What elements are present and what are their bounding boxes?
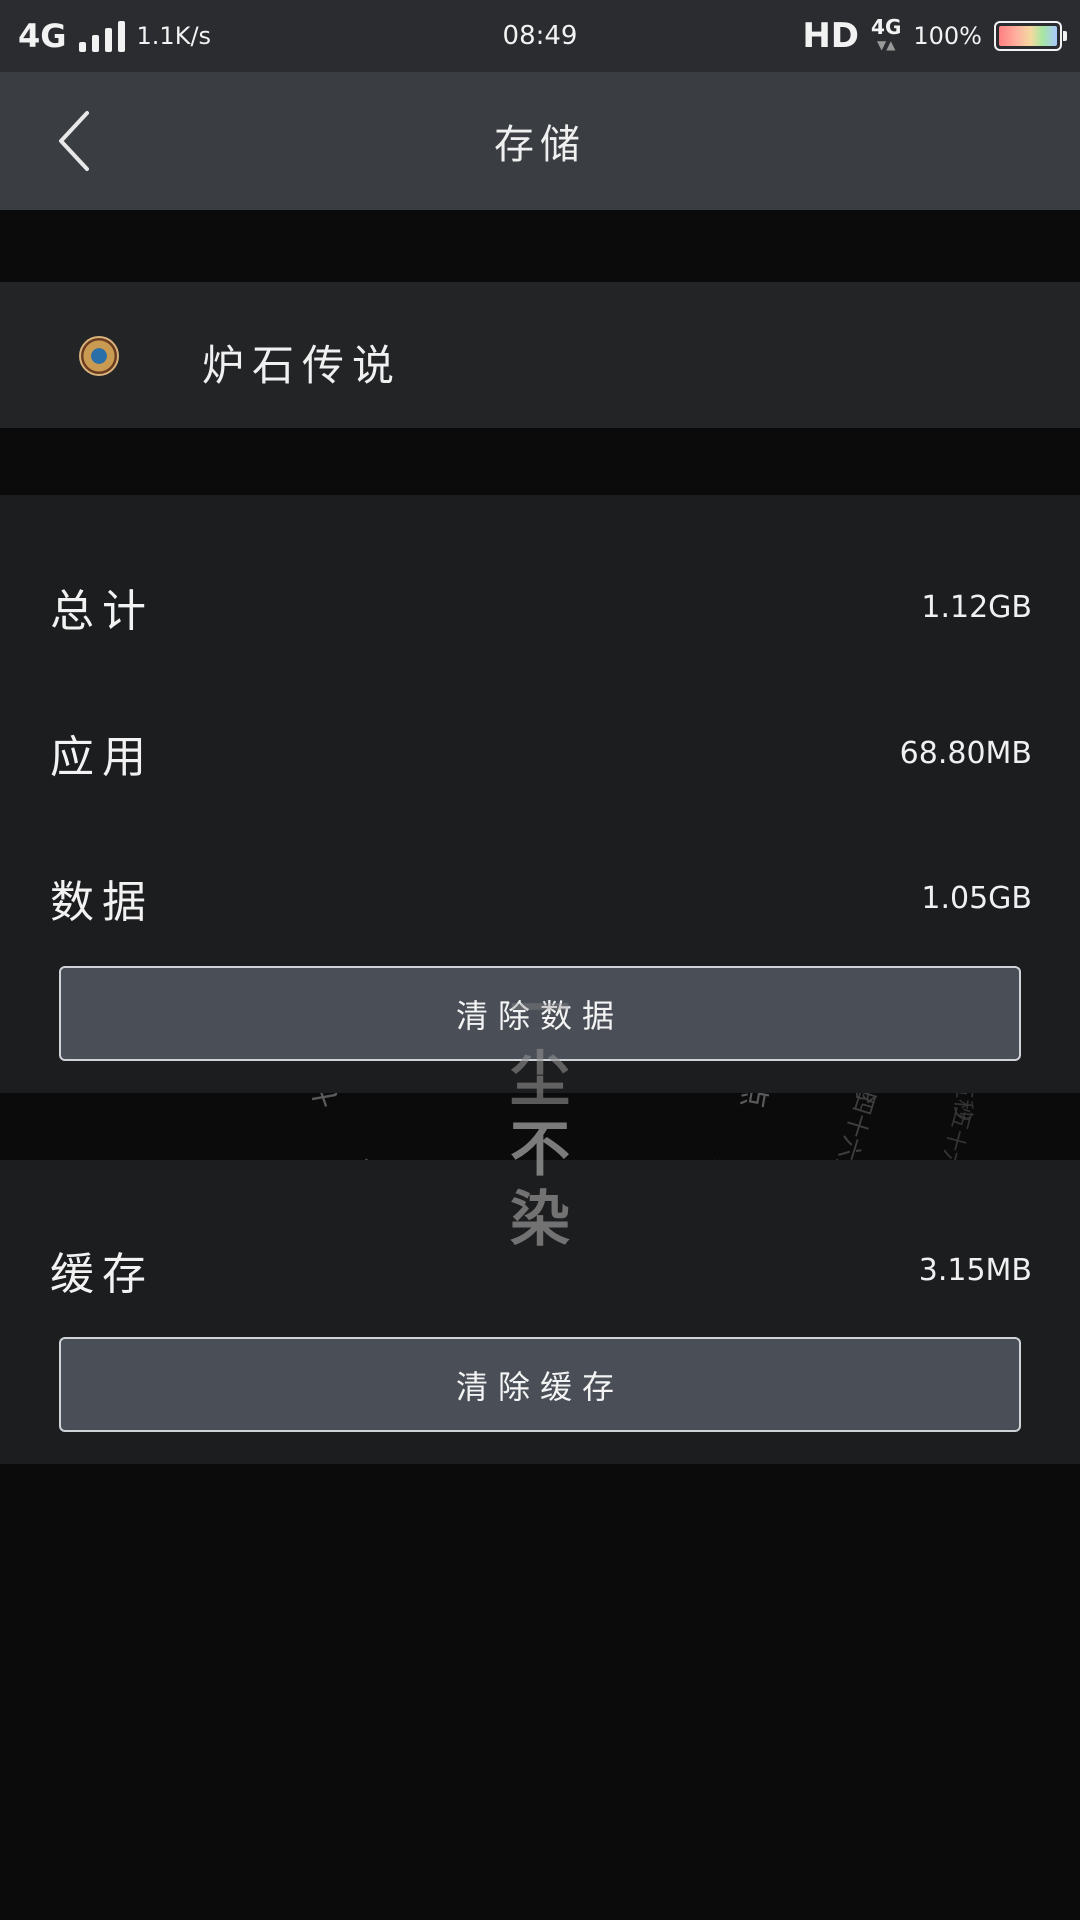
data-size-value: 1.05GB: [921, 880, 1032, 916]
battery-percent: 100%: [913, 22, 982, 50]
app-size-row: 应用 68.80MB: [0, 713, 1080, 793]
app-name: 炉石传说: [202, 341, 403, 390]
battery-fill: [999, 26, 1057, 46]
page-title: 存储: [494, 122, 586, 168]
title-bar: 存储: [0, 72, 1080, 210]
network-type: 4G: [18, 17, 67, 55]
center-glyph: 染: [510, 1185, 570, 1255]
center-glyph: 尘: [510, 1045, 570, 1115]
cache-label: 缓存: [50, 1249, 154, 1300]
status-bar: 4G 1.1K/s 08:49 HD 4G ▼▲ 100%: [0, 0, 1080, 72]
cache-value: 3.15MB: [918, 1252, 1032, 1288]
center-glyph: 不: [510, 1115, 570, 1185]
wallpaper-center-text: 一 尘 不 染: [500, 975, 580, 1255]
back-button[interactable]: [40, 106, 110, 176]
signal-icon: [78, 20, 125, 52]
data-size-label: 数据: [50, 877, 154, 928]
total-row: 总计 1.12GB: [0, 567, 1080, 647]
app-size-label: 应用: [50, 732, 154, 783]
battery-icon: [994, 21, 1067, 51]
data-size-row: 数据 1.05GB: [0, 858, 1080, 938]
storage-screen: 八点九点十点十一点一点二点三点四点五点六点七点四十二分四十三分四十四分四十五分四…: [0, 0, 1080, 1920]
app-size-value: 68.80MB: [899, 735, 1032, 771]
status-right: HD 4G ▼▲ 100%: [802, 16, 1067, 56]
moon-icon: [528, 1304, 546, 1340]
hd-indicator: HD: [802, 16, 860, 56]
total-value: 1.12GB: [921, 589, 1032, 625]
clear-cache-button[interactable]: 清除缓存: [59, 1337, 1021, 1432]
chevron-left-icon: [59, 111, 89, 171]
network-speed: 1.1K/s: [136, 22, 212, 50]
data-activity-icon: 4G ▼▲: [871, 17, 901, 54]
total-label: 总计: [50, 586, 154, 637]
app-header-row: 炉石传说: [0, 282, 1080, 428]
hearthstone-app-icon: [79, 336, 119, 376]
status-left: 4G 1.1K/s: [18, 17, 211, 55]
center-glyph: 一: [510, 975, 570, 1045]
